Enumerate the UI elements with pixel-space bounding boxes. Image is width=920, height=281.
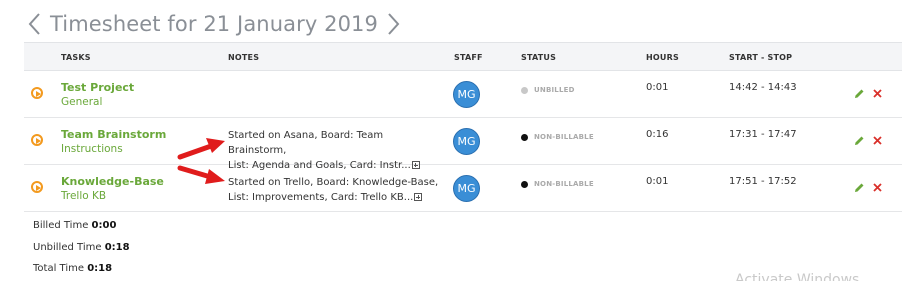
unbilled-time-line: Unbilled Time 0:18	[33, 242, 130, 264]
billed-time-label: Billed Time	[33, 220, 89, 231]
column-header-start-stop: START - STOP	[729, 53, 793, 62]
task-name[interactable]: Team Brainstorm	[61, 128, 166, 141]
pencil-icon[interactable]	[854, 133, 865, 145]
avatar: MG	[453, 81, 480, 108]
chevron-left-icon[interactable]	[26, 11, 44, 37]
billed-time-line: Billed Time 0:00	[33, 220, 130, 242]
unbilled-time-value: 0:18	[104, 241, 130, 253]
chevron-right-icon[interactable]	[384, 11, 402, 37]
delete-icon[interactable]	[872, 86, 883, 98]
start-stop-value: 17:31 - 17:47	[729, 129, 797, 140]
table-header: TASKS NOTES STAFF STATUS HOURS START - S…	[24, 42, 902, 71]
pencil-icon[interactable]	[854, 180, 865, 192]
page-title: Timesheet for 21 January 2019	[50, 12, 378, 36]
windows-activation-watermark: Activate Windows	[735, 272, 860, 281]
hours-value: 0:01	[646, 82, 669, 93]
status-badge: UNBILLED	[521, 86, 575, 94]
status-badge: NON-BILLABLE	[521, 133, 594, 141]
task-name[interactable]: Knowledge-Base	[61, 175, 164, 188]
play-icon[interactable]	[31, 87, 43, 99]
hours-value: 0:16	[646, 129, 669, 140]
page-header: Timesheet for 21 January 2019	[26, 10, 402, 38]
play-icon[interactable]	[31, 134, 43, 146]
delete-icon[interactable]	[872, 133, 883, 145]
avatar: MG	[453, 128, 480, 155]
annotation-arrow	[177, 165, 225, 184]
start-stop-value: 17:51 - 17:52	[729, 176, 797, 187]
column-header-hours: HOURS	[646, 53, 679, 62]
status-dot	[521, 86, 528, 94]
column-header-notes: NOTES	[228, 53, 260, 62]
total-time-label: Total Time	[33, 263, 85, 274]
billed-time-value: 0:00	[91, 220, 117, 231]
notes-line: Started on Trello, Board: Knowledge-Base…	[228, 177, 439, 188]
column-header-tasks: TASKS	[61, 53, 91, 62]
unbilled-time-label: Unbilled Time	[33, 241, 102, 253]
notes-cell: Started on Trello, Board: Knowledge-Base…	[228, 175, 444, 205]
task-name[interactable]: Test Project	[61, 81, 134, 94]
avatar: MG	[453, 175, 480, 202]
task-subtask: General	[61, 96, 103, 108]
status-dot	[521, 180, 528, 188]
timesheet-table: TASKS NOTES STAFF STATUS HOURS START - S…	[24, 42, 902, 212]
status-label: NON-BILLABLE	[534, 133, 594, 141]
hours-value: 0:01	[646, 176, 669, 187]
status-label: NON-BILLABLE	[534, 180, 594, 188]
status-badge: NON-BILLABLE	[521, 180, 594, 188]
column-header-status: STATUS	[521, 53, 557, 62]
annotation-arrow	[177, 138, 225, 160]
delete-icon[interactable]	[872, 180, 883, 192]
total-time-value: 0:18	[87, 263, 113, 274]
task-subtask: Instructions	[61, 143, 123, 155]
table-row: Test Project General MG UNBILLED 0:01 14…	[24, 71, 902, 118]
expand-icon[interactable]	[414, 193, 423, 201]
task-subtask: Trello KB	[61, 190, 107, 202]
pencil-icon[interactable]	[854, 86, 865, 98]
play-icon[interactable]	[31, 181, 43, 193]
table-row: Team Brainstorm Instructions Started on …	[24, 118, 902, 171]
status-label: UNBILLED	[534, 86, 575, 94]
total-time-line: Total Time 0:18	[33, 263, 130, 281]
totals-summary: Billed Time 0:00 Unbilled Time 0:18 Tota…	[33, 220, 130, 281]
start-stop-value: 14:42 - 14:43	[729, 82, 797, 93]
column-header-staff: STAFF	[454, 53, 483, 62]
status-dot	[521, 133, 528, 141]
notes-line: List: Improvements, Card: Trello KB...	[228, 192, 414, 203]
notes-line: Started on Asana, Board: Team Brainstorm…	[228, 130, 384, 156]
table-row: Knowledge-Base Trello KB Started on Trel…	[24, 165, 902, 212]
